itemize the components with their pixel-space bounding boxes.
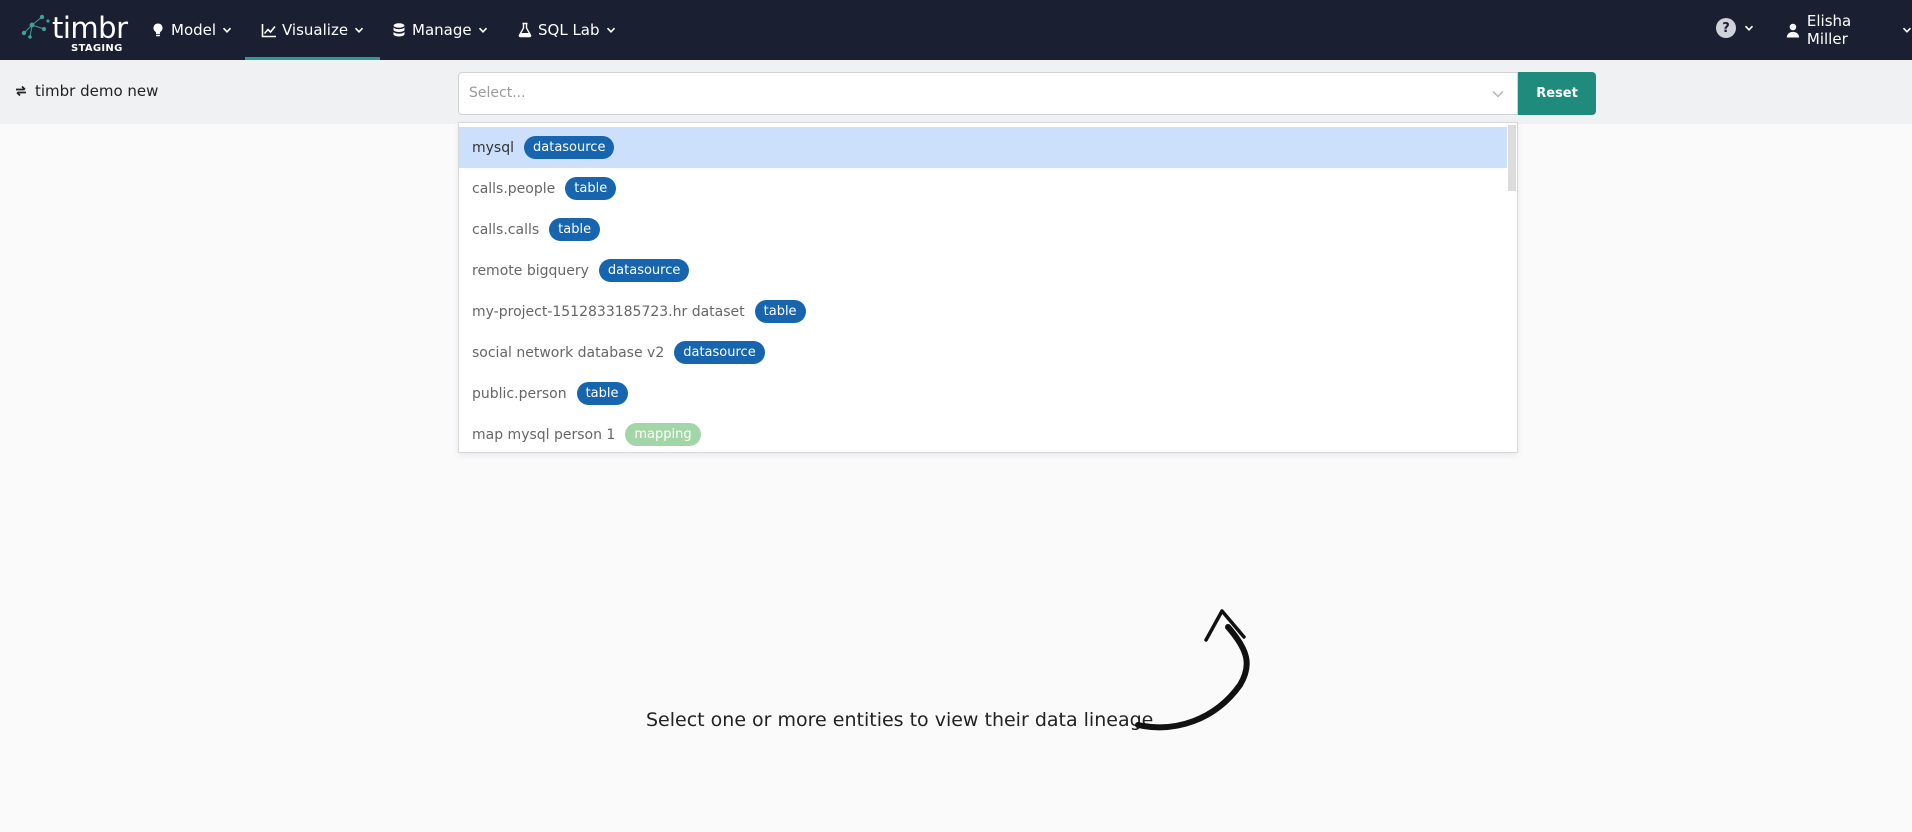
nav-manage[interactable]: Manage	[391, 0, 488, 60]
chevron-down-icon	[606, 27, 615, 33]
chevron-down-icon[interactable]	[1491, 87, 1505, 101]
option-label: calls.people	[472, 180, 556, 197]
environment-label: STAGING	[71, 43, 123, 54]
reset-button[interactable]: Reset	[1518, 72, 1596, 115]
option-hr-dataset[interactable]: my-project-1512833185723.hr dataset tabl…	[459, 291, 1509, 332]
nav-sql-lab[interactable]: SQL Lab	[517, 0, 616, 60]
lightbulb-icon	[153, 23, 163, 37]
option-label: public.person	[472, 385, 567, 402]
option-calls-people[interactable]: calls.people table	[459, 168, 1509, 209]
type-badge: mapping	[625, 423, 701, 446]
nav-model-label: Model	[171, 21, 217, 39]
dropdown-scrollbar[interactable]	[1507, 123, 1517, 452]
logo-dots-icon	[21, 14, 50, 39]
option-label: calls.calls	[472, 221, 540, 238]
chevron-down-icon	[1903, 27, 1912, 33]
nav-model[interactable]: Model	[150, 0, 232, 60]
user-icon	[1786, 23, 1800, 37]
help-menu[interactable]: ?	[1716, 18, 1754, 38]
option-label: mysql	[472, 139, 514, 156]
sync-icon	[16, 85, 26, 97]
curved-arrow-icon	[1135, 609, 1250, 731]
chevron-down-icon	[354, 27, 364, 33]
top-navbar: timbr STAGING Model Visualize Manage SQL…	[0, 0, 1912, 60]
type-badge: table	[549, 218, 601, 241]
workspace-name: timbr demo new	[35, 82, 159, 100]
nav-visualize-label: Visualize	[282, 21, 349, 39]
option-remote-bigquery[interactable]: remote bigquery datasource	[459, 250, 1509, 291]
option-public-person[interactable]: public.person table	[459, 373, 1509, 414]
scrollbar-thumb[interactable]	[1508, 125, 1516, 191]
type-badge: table	[576, 382, 628, 405]
type-badge: datasource	[524, 136, 615, 159]
type-badge: table	[565, 177, 617, 200]
flask-icon	[518, 22, 532, 38]
timbr-logo[interactable]: timbr STAGING	[18, 9, 128, 54]
option-label: my-project-1512833185723.hr dataset	[472, 303, 745, 320]
nav-sql-lab-label: SQL Lab	[538, 21, 600, 39]
logo-wordmark: timbr	[52, 11, 128, 45]
chevron-down-icon	[478, 27, 487, 33]
nav-manage-label: Manage	[412, 21, 472, 39]
entity-dropdown-menu: mysql datasource calls.people table call…	[458, 122, 1518, 453]
workspace-switcher[interactable]: timbr demo new	[14, 82, 158, 100]
chevron-down-icon	[222, 27, 232, 33]
empty-state-message: Select one or more entities to view thei…	[646, 709, 1154, 731]
database-icon	[393, 23, 405, 37]
help-icon: ?	[1716, 18, 1736, 38]
option-calls-calls[interactable]: calls.calls table	[459, 209, 1509, 250]
chart-icon	[261, 24, 276, 38]
type-badge: datasource	[598, 259, 690, 282]
user-menu[interactable]: Elisha Miller	[1786, 0, 1912, 60]
option-social-network-db[interactable]: social network database v2 datasource	[459, 332, 1509, 373]
chevron-down-icon	[1744, 25, 1754, 31]
option-label: social network database v2	[472, 344, 665, 361]
option-map-mysql-person[interactable]: map mysql person 1 mapping	[459, 414, 1509, 452]
type-badge: datasource	[674, 341, 765, 364]
nav-visualize[interactable]: Visualize	[245, 0, 381, 60]
option-label: map mysql person 1	[472, 426, 616, 443]
type-badge: table	[754, 300, 806, 323]
entity-select[interactable]: Select...	[458, 72, 1518, 115]
option-label: remote bigquery	[472, 262, 589, 279]
user-name: Elisha Miller	[1806, 12, 1852, 48]
entity-select-placeholder: Select...	[469, 85, 526, 101]
option-mysql[interactable]: mysql datasource	[459, 127, 1509, 168]
option-list: mysql datasource calls.people table call…	[459, 127, 1509, 452]
